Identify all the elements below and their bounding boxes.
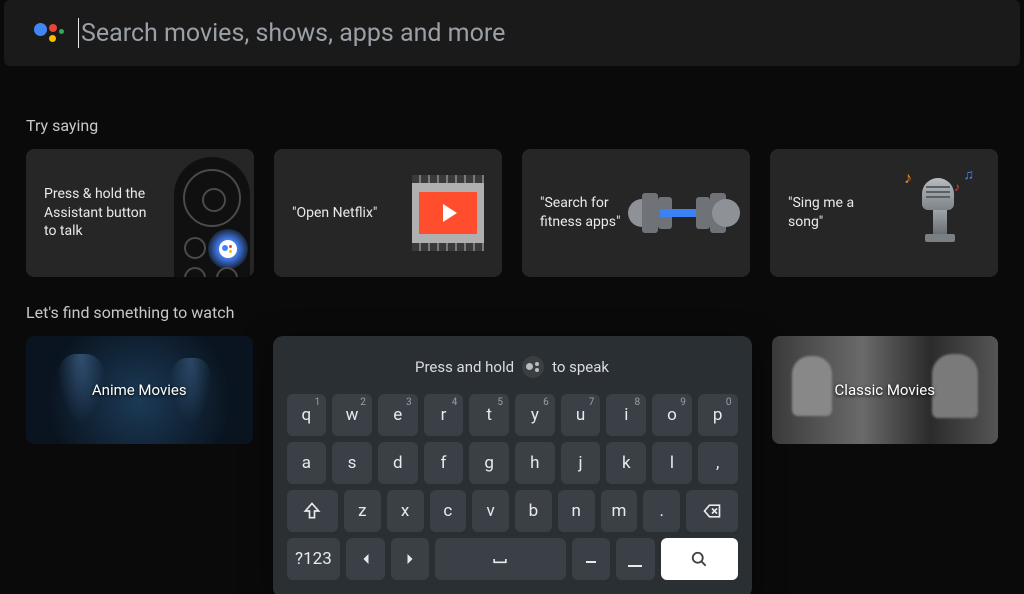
watch-row: Anime Movies Press and hold to speak q1w…: [0, 336, 1024, 594]
assistant-icon: [32, 19, 60, 47]
key-z[interactable]: z: [344, 490, 381, 532]
key-g[interactable]: g: [469, 442, 509, 484]
key-p[interactable]: p0: [698, 394, 738, 436]
key-underscore[interactable]: [616, 538, 654, 580]
key-k[interactable]: k: [606, 442, 646, 484]
key-period[interactable]: .: [643, 490, 680, 532]
poster-classic-movies[interactable]: Classic Movies: [772, 336, 999, 444]
key-s[interactable]: s: [332, 442, 372, 484]
assistant-mini-icon: [522, 356, 544, 378]
key-symbols[interactable]: ?123: [287, 538, 341, 580]
key-c[interactable]: c: [430, 490, 467, 532]
key-q[interactable]: q1: [287, 394, 327, 436]
key-o[interactable]: o9: [652, 394, 692, 436]
keyboard-row-3: zxcvbnm.: [287, 490, 738, 532]
hint-before: Press and hold: [415, 358, 514, 376]
key-t[interactable]: t5: [469, 394, 509, 436]
video-icon: [412, 149, 484, 277]
key-comma[interactable]: ,: [698, 442, 738, 484]
keyboard-row-1: q1w2e3r4t5y6u7i8o9p0: [287, 394, 738, 436]
card-sing-song[interactable]: "Sing me a song" ♪♫♪: [770, 149, 998, 277]
key-n[interactable]: n: [558, 490, 595, 532]
suggestion-cards: Press & hold the Assistant button to tal…: [0, 149, 1024, 277]
text-cursor: [78, 18, 79, 48]
search-bar[interactable]: Search movies, shows, apps and more: [4, 0, 1020, 66]
try-saying-label: Try saying: [26, 116, 1024, 135]
card-text: Press & hold the Assistant button to tal…: [44, 185, 154, 242]
key-h[interactable]: h: [515, 442, 555, 484]
key-w[interactable]: w2: [332, 394, 372, 436]
card-open-netflix[interactable]: "Open Netflix": [274, 149, 502, 277]
poster-title: Anime Movies: [92, 381, 187, 399]
key-v[interactable]: v: [472, 490, 509, 532]
search-input[interactable]: Search movies, shows, apps and more: [78, 18, 505, 48]
card-text: "Open Netflix": [292, 204, 402, 223]
key-e[interactable]: e3: [378, 394, 418, 436]
key-a[interactable]: a: [287, 442, 327, 484]
poster-anime-movies[interactable]: Anime Movies: [26, 336, 253, 444]
keyboard-row-4: ?123: [287, 538, 738, 580]
card-fitness-apps[interactable]: "Search for fitness apps": [522, 149, 750, 277]
key-l[interactable]: l: [652, 442, 692, 484]
key-f[interactable]: f: [424, 442, 464, 484]
onscreen-keyboard: Press and hold to speak q1w2e3r4t5y6u7i8…: [273, 336, 752, 594]
key-y[interactable]: y6: [515, 394, 555, 436]
find-something-label: Let's find something to watch: [26, 303, 1024, 322]
card-text: "Search for fitness apps": [540, 194, 626, 232]
search-placeholder: Search movies, shows, apps and more: [81, 19, 505, 48]
hint-after: to speak: [552, 358, 609, 376]
key-left[interactable]: [346, 538, 384, 580]
key-m[interactable]: m: [601, 490, 638, 532]
key-space[interactable]: [435, 538, 566, 580]
key-backspace[interactable]: [686, 490, 737, 532]
key-r[interactable]: r4: [424, 394, 464, 436]
key-i[interactable]: i8: [606, 394, 646, 436]
key-d[interactable]: d: [378, 442, 418, 484]
key-x[interactable]: x: [387, 490, 424, 532]
key-search[interactable]: [661, 538, 738, 580]
key-right[interactable]: [391, 538, 429, 580]
key-shift[interactable]: [287, 490, 338, 532]
key-u[interactable]: u7: [561, 394, 601, 436]
key-b[interactable]: b: [515, 490, 552, 532]
microphone-icon: ♪♫♪: [900, 149, 980, 277]
remote-icon: [174, 157, 250, 277]
dumbbell-icon: [636, 149, 732, 277]
keyboard-hint: Press and hold to speak: [287, 356, 738, 378]
card-text: "Sing me a song": [788, 194, 890, 232]
card-assistant-hint[interactable]: Press & hold the Assistant button to tal…: [26, 149, 254, 277]
poster-title: Classic Movies: [835, 381, 935, 399]
key-dash[interactable]: [572, 538, 610, 580]
key-j[interactable]: j: [561, 442, 601, 484]
keyboard-row-2: asdfghjkl,: [287, 442, 738, 484]
